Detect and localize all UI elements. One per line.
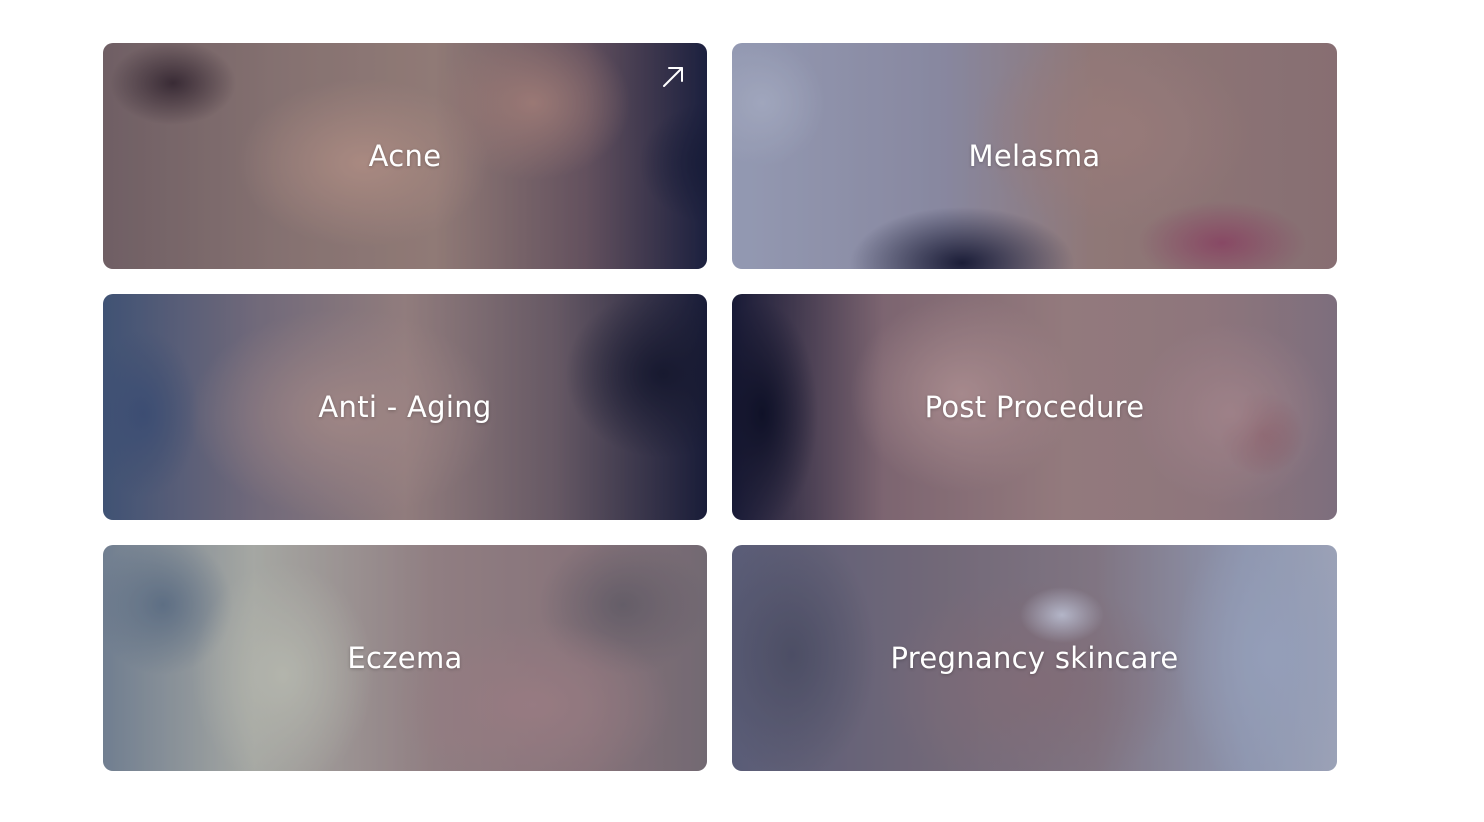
arrow-up-right-icon[interactable] xyxy=(661,65,685,89)
card-label: Anti - Aging xyxy=(318,390,492,424)
card-label: Post Procedure xyxy=(924,390,1145,424)
page: Acne Melasma Anti - Aging Post Procedure… xyxy=(0,0,1484,822)
card-post-procedure[interactable]: Post Procedure xyxy=(732,294,1337,520)
card-pregnancy-skincare[interactable]: Pregnancy skincare xyxy=(732,545,1337,771)
card-label: Acne xyxy=(368,139,442,173)
card-label: Eczema xyxy=(347,641,463,675)
card-eczema[interactable]: Eczema xyxy=(103,545,707,771)
card-label: Melasma xyxy=(968,139,1101,173)
card-melasma[interactable]: Melasma xyxy=(732,43,1337,269)
skin-concern-grid: Acne Melasma Anti - Aging Post Procedure… xyxy=(103,43,1337,771)
card-anti-aging[interactable]: Anti - Aging xyxy=(103,294,707,520)
card-label: Pregnancy skincare xyxy=(890,641,1179,675)
card-acne[interactable]: Acne xyxy=(103,43,707,269)
